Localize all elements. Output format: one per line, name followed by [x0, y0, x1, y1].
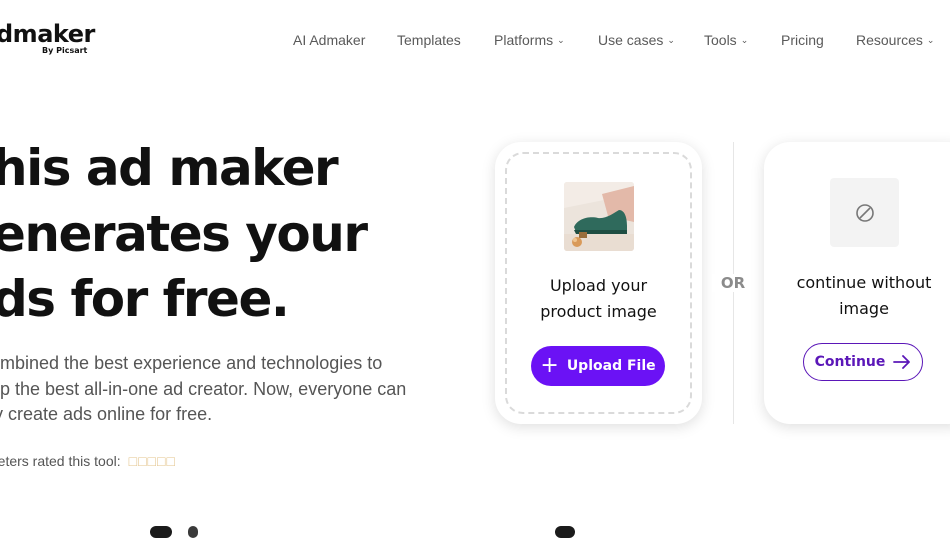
bottom-partial-icon [555, 526, 575, 538]
hero-description: ombined the best experience and technolo… [0, 351, 430, 428]
nav-item-label: Pricing [781, 32, 824, 48]
nav-item-label: Platforms [494, 32, 554, 48]
chevron-down-icon: ⌄ [557, 35, 565, 45]
nav-item-platforms[interactable]: Platforms ⌄ [494, 32, 565, 48]
nav-item-resources[interactable]: Resources ⌄ [856, 32, 934, 48]
nav-item-label: AI Admaker [293, 32, 366, 48]
nav-item-pricing[interactable]: Pricing [781, 32, 824, 48]
hero-description-line: op the best all-in-one ad creator. Now, … [0, 378, 407, 399]
nav-item-use-cases[interactable]: Use cases ⌄ [598, 32, 675, 48]
shoe-product-image [564, 182, 634, 251]
upload-file-button-label: Upload File [566, 358, 656, 374]
hero-title-line-1: his ad maker [0, 139, 339, 197]
rating-label: rketers rated this tool: [0, 453, 121, 469]
upload-card[interactable]: Upload your product image + Upload File [495, 142, 702, 424]
hero-title-line-3: ds for free. [0, 270, 290, 328]
or-separator: OR [712, 274, 754, 292]
continue-button-label: Continue [814, 354, 886, 370]
continue-button[interactable]: Continue [803, 343, 923, 381]
hero-title-line-2: enerates your [0, 205, 368, 263]
nav-item-label: Resources [856, 32, 923, 48]
nav-item-label: Tools [704, 32, 737, 48]
upload-card-title-line: product image [540, 302, 657, 321]
rating-row: rketers rated this tool: □□□□□ [0, 453, 176, 469]
no-image-placeholder [830, 178, 899, 247]
no-image-card[interactable]: continue without image Continue [764, 142, 950, 424]
arrow-right-icon [893, 355, 911, 369]
chevron-down-icon: ⌄ [926, 35, 935, 45]
nav-item-templates[interactable]: Templates [397, 32, 461, 48]
nav-item-ai-admaker[interactable]: AI Admaker [293, 32, 365, 48]
no-image-card-title: continue without image [764, 270, 950, 322]
bottom-partial-icon [150, 526, 172, 538]
top-nav: AI Admaker Templates Platforms ⌄ Use case… [0, 32, 950, 52]
no-image-card-title-line: continue without [796, 273, 932, 292]
bottom-partial-text [188, 526, 198, 538]
upload-card-title: Upload your product image [495, 273, 702, 325]
nav-item-label: Templates [397, 32, 461, 48]
nav-item-label: Use cases [598, 32, 664, 48]
plus-icon: + [540, 353, 559, 378]
no-image-card-title-line: image [839, 299, 889, 318]
nav-item-tools[interactable]: Tools ⌄ [704, 32, 748, 48]
hero-description-line: ombined the best experience and technolo… [0, 353, 383, 373]
rating-stars: □□□□□ [128, 453, 176, 469]
upload-card-title-line: Upload your [549, 276, 648, 295]
upload-file-button[interactable]: + Upload File [531, 346, 665, 386]
chevron-down-icon: ⌄ [740, 35, 749, 45]
hero-description-line: ly create ads online for free. [0, 404, 213, 424]
no-image-icon [855, 203, 874, 222]
chevron-down-icon: ⌄ [667, 35, 675, 45]
